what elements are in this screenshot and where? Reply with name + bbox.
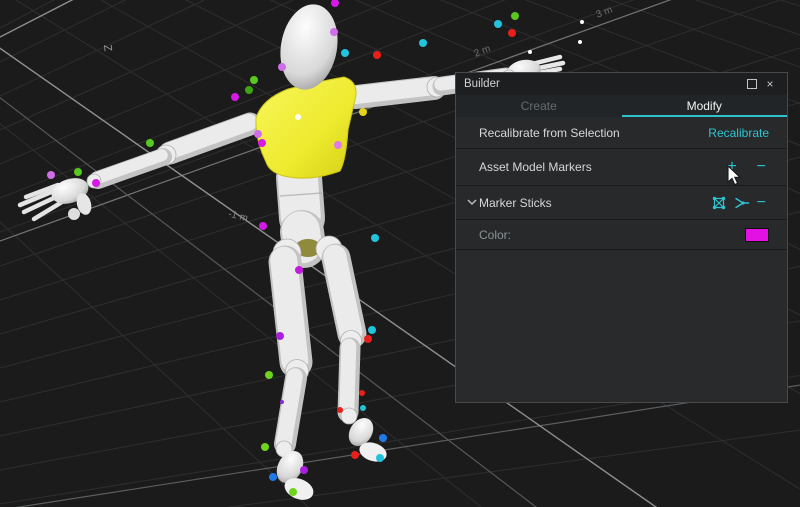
mocap-marker[interactable] bbox=[276, 332, 284, 340]
marker-sticks-label: Marker Sticks bbox=[479, 196, 552, 210]
mocap-marker[interactable] bbox=[359, 390, 365, 396]
mocap-marker[interactable] bbox=[295, 266, 303, 274]
mocap-marker[interactable] bbox=[259, 222, 267, 230]
color-label: Color: bbox=[479, 228, 511, 242]
marker-stick-tool-icon[interactable] bbox=[730, 196, 754, 210]
stick-color-swatch[interactable] bbox=[745, 228, 769, 242]
tab-bar: Create Modify bbox=[456, 95, 787, 117]
mocap-marker[interactable] bbox=[245, 86, 253, 94]
tab-modify[interactable]: Modify bbox=[622, 95, 788, 117]
mocap-marker[interactable] bbox=[250, 76, 258, 84]
stick-color-row: Color: bbox=[456, 220, 787, 250]
mocap-marker[interactable] bbox=[337, 407, 343, 413]
mocap-marker[interactable] bbox=[258, 139, 266, 147]
mocap-marker[interactable] bbox=[368, 326, 376, 334]
mocap-marker[interactable] bbox=[419, 39, 427, 47]
asset-model-markers-row: Asset Model Markers + − bbox=[456, 149, 787, 186]
mocap-marker[interactable] bbox=[254, 130, 262, 138]
mocap-marker[interactable] bbox=[511, 12, 519, 20]
builder-panel-titlebar[interactable]: Builder × bbox=[456, 73, 787, 95]
recalibrate-row-label: Recalibrate from Selection bbox=[479, 126, 620, 140]
mocap-marker[interactable] bbox=[578, 40, 582, 44]
mocap-marker[interactable] bbox=[278, 63, 286, 71]
close-button[interactable]: × bbox=[761, 76, 779, 92]
mocap-marker[interactable] bbox=[376, 454, 384, 462]
maximize-button[interactable] bbox=[743, 76, 761, 92]
mocap-marker[interactable] bbox=[280, 400, 284, 404]
remove-stick-button[interactable]: − bbox=[754, 196, 769, 210]
mocap-marker[interactable] bbox=[379, 434, 387, 442]
mocap-marker[interactable] bbox=[261, 443, 269, 451]
panel-title: Builder bbox=[464, 78, 743, 90]
mocap-marker[interactable] bbox=[528, 50, 532, 54]
mocap-marker[interactable] bbox=[265, 371, 273, 379]
mocap-marker[interactable] bbox=[508, 29, 516, 37]
mocap-marker[interactable] bbox=[364, 335, 372, 343]
mocap-marker[interactable] bbox=[74, 168, 82, 176]
mocap-marker[interactable] bbox=[494, 20, 502, 28]
mocap-marker[interactable] bbox=[373, 51, 381, 59]
mocap-marker[interactable] bbox=[331, 0, 339, 7]
marker-sticks-row: Marker Sticks bbox=[456, 186, 787, 220]
recalibrate-row: Recalibrate from Selection Recalibrate bbox=[456, 117, 787, 149]
collapse-chevron-icon[interactable] bbox=[464, 199, 479, 206]
mocap-marker[interactable] bbox=[269, 473, 277, 481]
mocap-marker[interactable] bbox=[580, 20, 584, 24]
asset-model-markers-label: Asset Model Markers bbox=[479, 160, 592, 174]
add-marker-button[interactable]: + bbox=[724, 160, 739, 174]
builder-panel: Builder × Create Modify Recalibrate from… bbox=[455, 72, 788, 403]
mocap-marker[interactable] bbox=[371, 234, 379, 242]
mocap-marker[interactable] bbox=[289, 488, 297, 496]
mocap-marker[interactable] bbox=[330, 28, 338, 36]
mocap-marker[interactable] bbox=[300, 466, 308, 474]
active-tab-underline bbox=[622, 115, 788, 117]
recalibrate-button[interactable]: Recalibrate bbox=[708, 126, 769, 140]
mocap-marker[interactable] bbox=[47, 171, 55, 179]
mocap-marker[interactable] bbox=[295, 114, 301, 120]
application-window: Z -1 m 2 m 3 m Builder × Create Modify R… bbox=[0, 0, 800, 507]
maximize-icon bbox=[747, 79, 757, 89]
mocap-marker[interactable] bbox=[334, 141, 342, 149]
mocap-marker[interactable] bbox=[146, 139, 154, 147]
tab-create[interactable]: Create bbox=[456, 95, 622, 117]
panel-empty-area bbox=[456, 250, 787, 402]
mocap-marker[interactable] bbox=[359, 108, 367, 116]
close-icon: × bbox=[766, 79, 773, 89]
rigid-body-sticks-icon[interactable] bbox=[708, 196, 730, 210]
remove-marker-button[interactable]: − bbox=[754, 160, 769, 174]
mocap-marker[interactable] bbox=[360, 405, 366, 411]
mocap-marker[interactable] bbox=[231, 93, 239, 101]
mocap-marker[interactable] bbox=[341, 49, 349, 57]
mocap-marker[interactable] bbox=[351, 451, 359, 459]
mocap-marker[interactable] bbox=[92, 179, 100, 187]
